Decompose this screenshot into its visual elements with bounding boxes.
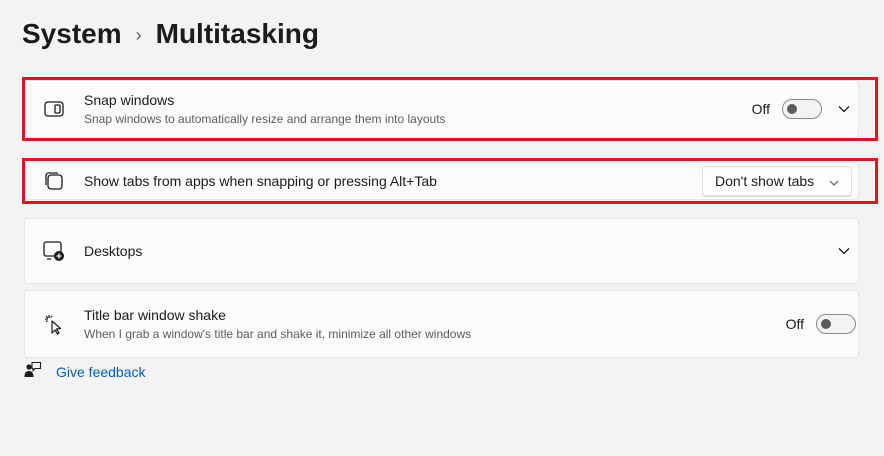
window-shake-toggle-label: Off (785, 316, 804, 332)
breadcrumb-system[interactable]: System (22, 18, 122, 50)
snap-windows-toggle[interactable] (782, 99, 822, 119)
snap-windows-title: Snap windows (84, 92, 175, 108)
desktops-icon (42, 239, 66, 263)
show-tabs-dropdown[interactable]: Don't show tabs (702, 166, 852, 196)
give-feedback-label[interactable]: Give feedback (56, 364, 146, 380)
window-shake-card: Title bar window shake When I grab a win… (24, 290, 859, 358)
snap-windows-icon (42, 97, 66, 121)
window-shake-toggle[interactable] (816, 314, 856, 334)
window-shake-subtitle: When I grab a window's title bar and sha… (84, 327, 472, 341)
page-title: Multitasking (155, 18, 319, 49)
snap-windows-toggle-label: Off (751, 101, 770, 117)
desktops-card[interactable]: Desktops (24, 218, 859, 284)
chevron-down-icon[interactable] (836, 243, 852, 259)
chevron-down-icon[interactable] (836, 101, 852, 117)
give-feedback-link[interactable]: Give feedback (24, 361, 146, 382)
window-shake-icon (42, 312, 66, 336)
show-tabs-title: Show tabs from apps when snapping or pre… (84, 173, 437, 189)
chevron-down-icon (829, 173, 839, 189)
dropdown-value: Don't show tabs (715, 173, 815, 189)
desktops-title: Desktops (84, 243, 143, 259)
show-tabs-card: Show tabs from apps when snapping or pre… (24, 162, 859, 200)
feedback-icon (24, 361, 42, 382)
breadcrumb: System › Multitasking (22, 18, 319, 50)
tabs-icon (42, 169, 66, 193)
window-shake-title: Title bar window shake (84, 307, 226, 323)
breadcrumb-separator: › (135, 24, 142, 45)
snap-windows-subtitle: Snap windows to automatically resize and… (84, 112, 446, 126)
snap-windows-card[interactable]: Snap windows Snap windows to automatical… (24, 80, 859, 138)
